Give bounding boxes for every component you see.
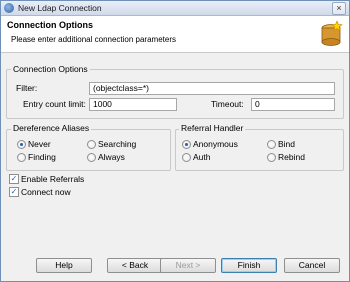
- page-subtitle: Please enter additional connection param…: [11, 35, 176, 44]
- back-button[interactable]: < Back: [107, 258, 163, 273]
- radio-always-label[interactable]: Always: [98, 152, 125, 162]
- radio-searching[interactable]: [87, 140, 96, 149]
- finish-button[interactable]: Finish: [221, 258, 277, 273]
- help-button[interactable]: Help: [36, 258, 92, 273]
- radio-finding-label[interactable]: Finding: [28, 152, 56, 162]
- radio-never[interactable]: [17, 140, 26, 149]
- dereference-aliases-title: Dereference Aliases: [11, 123, 92, 133]
- next-button[interactable]: Next >: [160, 258, 216, 273]
- window-title: New Ldap Connection: [18, 3, 102, 13]
- wizard-header: Connection Options Please enter addition…: [1, 16, 349, 53]
- radio-rebind[interactable]: [267, 153, 276, 162]
- referral-handler-group: [175, 129, 344, 171]
- dereference-aliases-group: [6, 129, 171, 171]
- timeout-label: Timeout:: [211, 99, 244, 109]
- database-star-icon: [321, 20, 343, 46]
- radio-always[interactable]: [87, 153, 96, 162]
- radio-bind[interactable]: [267, 140, 276, 149]
- connect-now-label[interactable]: Connect now: [21, 187, 71, 197]
- radio-never-label[interactable]: Never: [28, 139, 51, 149]
- new-ldap-connection-dialog: New Ldap Connection × Connection Options…: [0, 0, 350, 282]
- radio-bind-label[interactable]: Bind: [278, 139, 295, 149]
- page-title: Connection Options: [7, 20, 93, 30]
- entry-count-limit-input[interactable]: 1000: [89, 98, 177, 111]
- title-bar: New Ldap Connection ×: [1, 1, 349, 16]
- cancel-button[interactable]: Cancel: [284, 258, 340, 273]
- enable-referrals-label[interactable]: Enable Referrals: [21, 174, 84, 184]
- app-icon: [4, 3, 14, 13]
- filter-label: Filter:: [16, 83, 38, 93]
- radio-auth-label[interactable]: Auth: [193, 152, 211, 162]
- referral-handler-title: Referral Handler: [179, 123, 246, 133]
- enable-referrals-checkbox[interactable]: ✓: [9, 174, 19, 184]
- radio-rebind-label[interactable]: Rebind: [278, 152, 305, 162]
- timeout-input[interactable]: 0: [251, 98, 335, 111]
- radio-auth[interactable]: [182, 153, 191, 162]
- radio-anonymous-label[interactable]: Anonymous: [193, 139, 238, 149]
- connection-options-title: Connection Options: [11, 64, 90, 74]
- filter-input[interactable]: (objectclass=*): [89, 82, 335, 95]
- close-button[interactable]: ×: [332, 2, 346, 15]
- radio-finding[interactable]: [17, 153, 26, 162]
- entry-count-limit-label: Entry count limit:: [23, 99, 86, 109]
- connect-now-checkbox[interactable]: ✓: [9, 187, 19, 197]
- radio-anonymous[interactable]: [182, 140, 191, 149]
- radio-searching-label[interactable]: Searching: [98, 139, 136, 149]
